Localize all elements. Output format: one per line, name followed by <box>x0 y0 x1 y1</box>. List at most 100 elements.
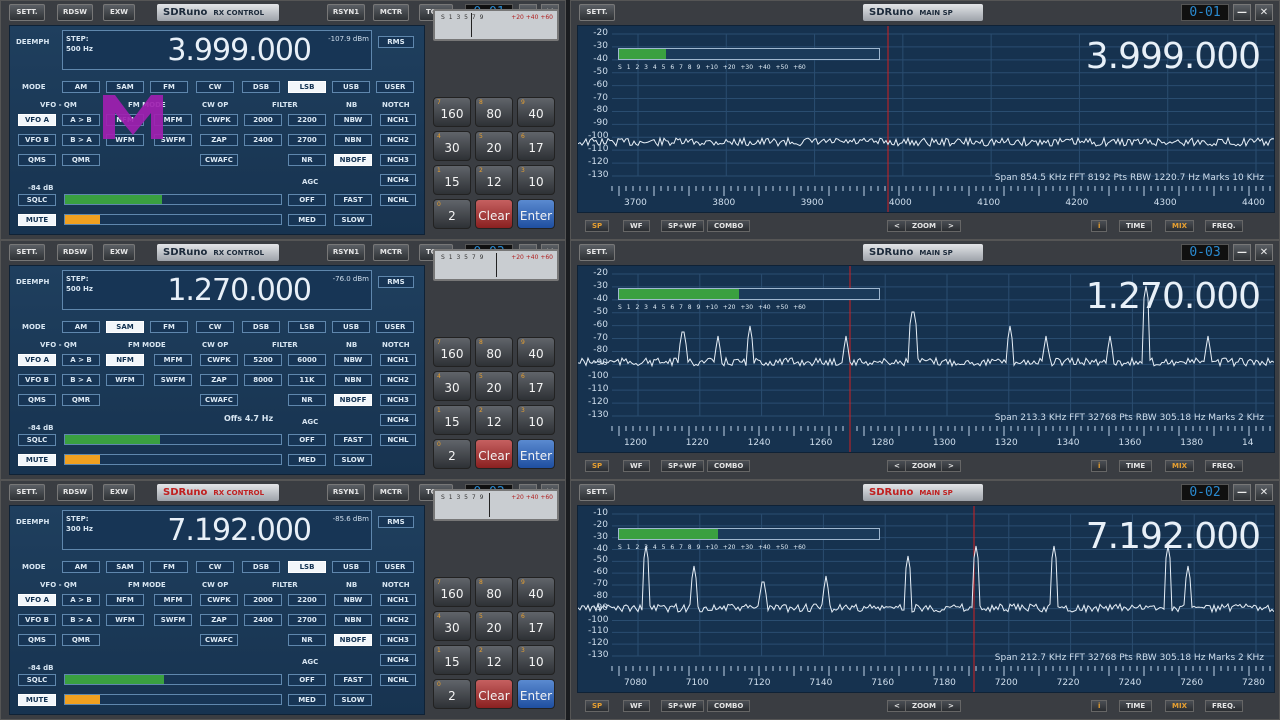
keypad-80-button[interactable]: 8 80 <box>475 97 513 127</box>
mode-lsb-button[interactable]: LSB <box>288 561 326 573</box>
rsyn-button[interactable]: RSYN1 <box>327 4 365 21</box>
mix-button[interactable]: MIX <box>1165 460 1194 472</box>
mfm-button[interactable]: MFM <box>154 594 192 606</box>
keypad-20-button[interactable]: 5 20 <box>475 611 513 641</box>
enter-button[interactable]: Enter <box>517 199 555 229</box>
agc-fast-button[interactable]: FAST <box>334 674 372 686</box>
nch3-button[interactable]: NCH3 <box>380 394 416 406</box>
mix-button[interactable]: MIX <box>1165 700 1194 712</box>
zoom-out-button[interactable]: < <box>887 220 907 232</box>
settings-button[interactable]: SETT. <box>9 484 45 501</box>
sqlc-button[interactable]: SQLC <box>18 434 56 446</box>
keypad-15-button[interactable]: 1 15 <box>433 165 471 195</box>
keypad-160-button[interactable]: 7 160 <box>433 97 471 127</box>
nch2-button[interactable]: NCH2 <box>380 374 416 386</box>
zap-button[interactable]: ZAP <box>200 374 238 386</box>
nboff-button[interactable]: NBOFF <box>334 154 372 166</box>
sp-minimize-button[interactable]: — <box>1233 244 1251 261</box>
filter-3-button[interactable]: 2400 <box>244 134 282 146</box>
nbn-button[interactable]: NBN <box>334 134 372 146</box>
nbw-button[interactable]: NBW <box>334 114 372 126</box>
spectrum-plot[interactable]: -10 -20 -30 -40 -50 -60 -70 -80 -90 -100 -110 -120-… <box>577 505 1275 693</box>
nbw-button[interactable]: NBW <box>334 594 372 606</box>
mode-am-button[interactable]: AM <box>62 81 100 93</box>
filter-1-button[interactable]: 5200 <box>244 354 282 366</box>
frequency-display[interactable]: STEP: 500 Hz 1.270.000 -76.0 dBm <box>62 270 372 310</box>
view-wf-button[interactable]: WF <box>623 460 650 472</box>
mode-cw-button[interactable]: CW <box>196 321 234 333</box>
zap-button[interactable]: ZAP <box>200 134 238 146</box>
rsyn-button[interactable]: RSYN1 <box>327 244 365 261</box>
cwpk-button[interactable]: CWPK <box>200 594 238 606</box>
keypad-30-button[interactable]: 4 30 <box>433 611 471 641</box>
nch1-button[interactable]: NCH1 <box>380 354 416 366</box>
mode-user-button[interactable]: USER <box>376 561 414 573</box>
filter-3-button[interactable]: 8000 <box>244 374 282 386</box>
keypad-17-button[interactable]: 6 17 <box>517 611 555 641</box>
keypad-30-button[interactable]: 4 30 <box>433 371 471 401</box>
filter-2-button[interactable]: 2200 <box>288 114 326 126</box>
frequency-display[interactable]: STEP: 300 Hz 7.192.000 -85.6 dBm <box>62 510 372 550</box>
mode-sam-button[interactable]: SAM <box>106 321 144 333</box>
nch1-button[interactable]: NCH1 <box>380 594 416 606</box>
nchl-button[interactable]: NCHL <box>380 434 416 446</box>
filter-3-button[interactable]: 2400 <box>244 614 282 626</box>
view-sp-wf-button[interactable]: SP+WF <box>661 460 704 472</box>
squelch-slider[interactable] <box>64 194 282 205</box>
nboff-button[interactable]: NBOFF <box>334 634 372 646</box>
keypad-80-button[interactable]: 8 80 <box>475 337 513 367</box>
deemph-label[interactable]: DEEMPH <box>16 518 49 526</box>
agc-slow-button[interactable]: SLOW <box>334 454 372 466</box>
mode-user-button[interactable]: USER <box>376 81 414 93</box>
volume-slider[interactable] <box>64 214 282 225</box>
frequency-display[interactable]: STEP: 500 Hz 3.999.000 -107.9 dBm <box>62 30 372 70</box>
rdsw-button[interactable]: RDSW <box>57 4 93 21</box>
vfo-frequency[interactable]: 1.270.000 <box>167 273 312 308</box>
mfm-button[interactable]: MFM <box>154 354 192 366</box>
nch2-button[interactable]: NCH2 <box>380 134 416 146</box>
clear-button[interactable]: Clear <box>475 439 513 469</box>
exw-button[interactable]: EXW <box>103 484 135 501</box>
zoom-in-button[interactable]: > <box>941 700 961 712</box>
keypad-10-button[interactable]: 3 10 <box>517 645 555 675</box>
mode-cw-button[interactable]: CW <box>196 561 234 573</box>
a-to-b-button[interactable]: A > B <box>62 594 100 606</box>
sp-settings-button[interactable]: SETT. <box>579 4 615 21</box>
mode-sam-button[interactable]: SAM <box>106 561 144 573</box>
mode-dsb-button[interactable]: DSB <box>242 561 280 573</box>
sp-close-button[interactable]: ✕ <box>1255 244 1273 261</box>
keypad-17-button[interactable]: 6 17 <box>517 131 555 161</box>
zoom-out-button[interactable]: < <box>887 460 907 472</box>
rms-button[interactable]: RMS <box>378 36 414 48</box>
view-sp-wf-button[interactable]: SP+WF <box>661 220 704 232</box>
keypad-2-button[interactable]: 02 <box>433 679 471 709</box>
swfm-button[interactable]: SWFM <box>154 614 192 626</box>
zoom-in-button[interactable]: > <box>941 460 961 472</box>
swfm-button[interactable]: SWFM <box>154 374 192 386</box>
keypad-15-button[interactable]: 1 15 <box>433 405 471 435</box>
squelch-slider[interactable] <box>64 674 282 685</box>
view-wf-button[interactable]: WF <box>623 700 650 712</box>
volume-slider[interactable] <box>64 694 282 705</box>
sqlc-button[interactable]: SQLC <box>18 194 56 206</box>
b-to-a-button[interactable]: B > A <box>62 134 100 146</box>
mode-dsb-button[interactable]: DSB <box>242 81 280 93</box>
nr-button[interactable]: NR <box>288 634 326 646</box>
agc-off-button[interactable]: OFF <box>288 674 326 686</box>
settings-button[interactable]: SETT. <box>9 244 45 261</box>
rms-button[interactable]: RMS <box>378 276 414 288</box>
agc-slow-button[interactable]: SLOW <box>334 694 372 706</box>
freq-button[interactable]: FREQ. <box>1205 700 1243 712</box>
clear-button[interactable]: Clear <box>475 199 513 229</box>
agc-med-button[interactable]: MED <box>288 214 326 226</box>
mode-am-button[interactable]: AM <box>62 321 100 333</box>
mode-fm-button[interactable]: FM <box>150 321 188 333</box>
info-button[interactable]: i <box>1091 700 1108 712</box>
qms-button[interactable]: QMS <box>18 394 56 406</box>
keypad-17-button[interactable]: 6 17 <box>517 371 555 401</box>
mute-button[interactable]: MUTE <box>18 454 56 466</box>
mode-usb-button[interactable]: USB <box>332 561 370 573</box>
filter-4-button[interactable]: 2700 <box>288 614 326 626</box>
freq-button[interactable]: FREQ. <box>1205 220 1243 232</box>
nbn-button[interactable]: NBN <box>334 374 372 386</box>
